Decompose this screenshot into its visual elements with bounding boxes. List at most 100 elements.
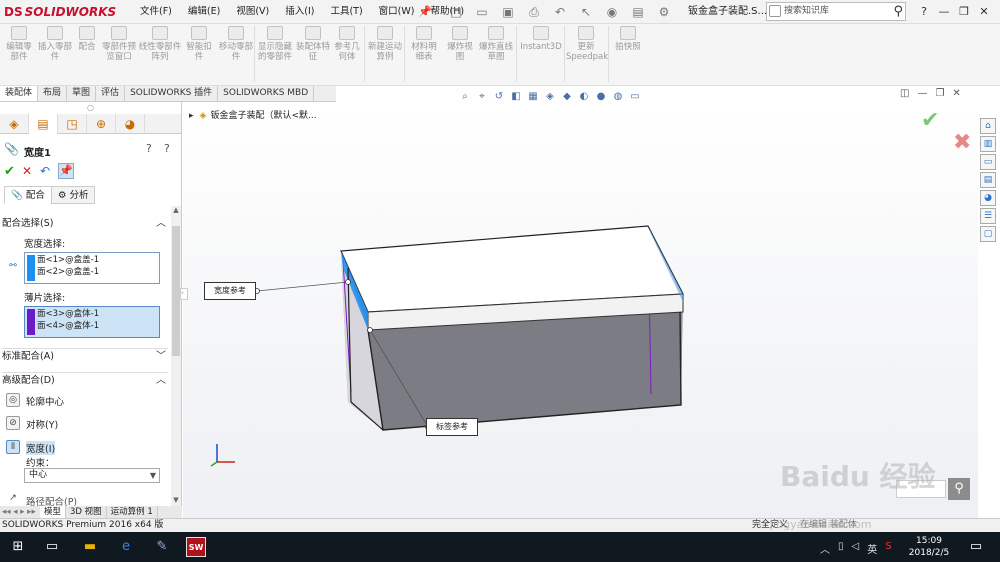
edit-component-button[interactable]: 编辑零部件	[4, 26, 34, 62]
ime-indicator[interactable]: 英	[867, 541, 877, 556]
tab-reference-callout[interactable]: 标签参考	[426, 418, 478, 436]
show-hidden-button[interactable]: 显示隐藏的零部件	[258, 26, 292, 62]
collapse-chevron-icon[interactable]: ︿	[156, 216, 166, 232]
advanced-mates-header[interactable]: 高级配合(D) ︿	[2, 372, 168, 388]
undo-icon[interactable]: ↶	[550, 5, 570, 19]
tab-assembly[interactable]: 装配体	[0, 86, 39, 101]
expand-chevron-icon[interactable]: ﹀	[156, 349, 166, 365]
appearances-icon[interactable]: ◕	[980, 190, 996, 206]
file-properties-icon[interactable]: ▤	[628, 5, 648, 19]
notifications-icon[interactable]: ▭	[966, 537, 986, 557]
tile-icon[interactable]: ◫	[900, 88, 909, 99]
select-icon[interactable]: ↖	[576, 5, 596, 19]
search-icon[interactable]: ⚲	[893, 3, 903, 20]
menu-view[interactable]: 视图(V)	[228, 0, 277, 24]
update-speedpak-button[interactable]: 更新Speedpak	[566, 26, 608, 62]
assembly-feature-button[interactable]: 装配体特征	[296, 26, 330, 62]
width-selection-list[interactable]: 面<1>@盒盖-1 面<2>@盒盖-1	[24, 252, 160, 284]
take-snapshot-button[interactable]: 拍快照	[612, 26, 644, 52]
design-library-icon[interactable]: ▥	[980, 136, 996, 152]
bill-of-materials-button[interactable]: 材料明细表	[408, 26, 440, 62]
ime-s-icon[interactable]: S	[885, 541, 891, 556]
cancel-x-icon[interactable]: ✕	[22, 164, 36, 178]
volume-icon[interactable]: ◁	[852, 541, 860, 556]
tab-3d-view[interactable]: 3D 视图	[66, 506, 107, 518]
tab-addins[interactable]: SOLIDWORKS 插件	[125, 86, 219, 101]
tab-sketch[interactable]: 草图	[67, 86, 97, 101]
tab-layout[interactable]: 布局	[38, 86, 68, 101]
tab-mbd[interactable]: SOLIDWORKS MBD	[218, 86, 315, 101]
help-info-icon[interactable]: ?	[164, 142, 170, 155]
constraint-dropdown[interactable]: 中心 ▼	[24, 468, 160, 483]
new-document-icon[interactable]: □	[446, 5, 466, 19]
task-view-icon[interactable]: ▭	[42, 537, 62, 557]
scroll-up-icon[interactable]: ▲	[171, 206, 181, 216]
help-question-icon[interactable]: ?	[146, 142, 152, 155]
width-mate-label[interactable]: 宽度(I)	[26, 441, 56, 455]
collapse-chevron-icon[interactable]: ︿	[156, 373, 166, 389]
tab-nav-arrows-icon[interactable]: ◂◂ ◂ ▸ ▸▸	[0, 506, 40, 518]
width-reference-callout[interactable]: 宽度参考	[204, 282, 256, 300]
tab-model[interactable]: 模型	[40, 506, 67, 518]
pin-menu-icon[interactable]: 📌	[418, 5, 432, 18]
restore-icon[interactable]: ❐	[954, 0, 974, 24]
forum-icon[interactable]: ▢	[980, 226, 996, 242]
configuration-manager-tab-icon[interactable]: ◳	[58, 114, 87, 134]
knowledge-search-box[interactable]: 搜索知识库 ⚲	[766, 2, 906, 21]
panel-scrollbar[interactable]: ▲ ▼	[171, 206, 181, 506]
menu-window[interactable]: 窗口(W)	[371, 0, 423, 24]
taskbar-clock[interactable]: 15:09 2018/2/5	[906, 535, 952, 559]
dimxpert-manager-tab-icon[interactable]: ⊕	[87, 114, 116, 134]
exploded-view-button[interactable]: 爆炸视图	[444, 26, 476, 62]
doc-minimize-icon[interactable]: —	[917, 88, 927, 99]
move-component-button[interactable]: 移动零部件	[218, 26, 254, 62]
instant3d-button[interactable]: Instant3D	[520, 26, 562, 52]
tray-arrow-icon[interactable]: ︿	[820, 541, 830, 556]
solidworks-taskbar-icon[interactable]: SW	[186, 537, 206, 557]
ok-checkmark-icon[interactable]: ✔	[4, 164, 18, 179]
network-icon[interactable]: ▯	[838, 541, 844, 556]
file-explorer-icon[interactable]: ▭	[980, 154, 996, 170]
tab-evaluate[interactable]: 评估	[96, 86, 126, 101]
menu-edit[interactable]: 编辑(E)	[180, 0, 228, 24]
property-manager-tab-icon[interactable]: ▤	[29, 114, 58, 134]
search-scope-icon[interactable]	[769, 5, 781, 17]
save-icon[interactable]: ▣	[498, 5, 518, 19]
explode-line-sketch-button[interactable]: 爆炸直线草图	[478, 26, 514, 62]
home-icon[interactable]: ⌂	[980, 118, 996, 134]
list-item[interactable]: 面<1>@盒盖-1	[37, 255, 99, 266]
open-folder-icon[interactable]: ▭	[472, 5, 492, 19]
list-item[interactable]: 面<4>@盒体-1	[37, 321, 99, 332]
symmetric-label[interactable]: 对称(Y)	[26, 417, 58, 431]
insert-component-button[interactable]: 插入零部件	[38, 26, 72, 62]
list-item[interactable]: 面<3>@盒体-1	[37, 309, 99, 320]
profile-center-icon[interactable]: ◎	[6, 393, 20, 407]
tab-analysis[interactable]: ⚙ 分析	[50, 186, 96, 204]
profile-center-label[interactable]: 轮廓中心	[26, 394, 64, 408]
windows-start-icon[interactable]: ⊞	[8, 537, 28, 557]
keep-visible-pin-icon[interactable]: 📌	[58, 163, 74, 179]
reference-geometry-button[interactable]: 参考几何体	[332, 26, 362, 62]
tab-mates[interactable]: 📎 配合	[4, 186, 52, 204]
help-icon[interactable]: ?	[914, 0, 934, 24]
custom-properties-icon[interactable]: ☰	[980, 208, 996, 224]
feature-manager-tab-icon[interactable]: ◈	[0, 114, 29, 134]
menu-tools[interactable]: 工具(T)	[322, 0, 370, 24]
panel-resize-handle[interactable]: ○	[0, 102, 181, 114]
close-icon[interactable]: ✕	[974, 0, 994, 24]
undo-arrow-icon[interactable]: ↶	[40, 164, 54, 178]
scrollbar-thumb[interactable]	[172, 226, 180, 356]
paint-app-icon[interactable]: ✎	[152, 537, 172, 557]
path-mate-icon[interactable]: ↗	[6, 492, 20, 506]
component-preview-button[interactable]: 零部件预览窗口	[102, 26, 136, 62]
view-palette-icon[interactable]: ▤	[980, 172, 996, 188]
display-manager-tab-icon[interactable]: ◕	[116, 114, 145, 134]
thin-selection-list[interactable]: 面<3>@盒体-1 面<4>@盒体-1	[24, 306, 160, 338]
tab-motion-study[interactable]: 运动算例 1	[107, 506, 158, 518]
magnifier-icon[interactable]: ⚲	[948, 478, 970, 500]
smart-fasteners-button[interactable]: 智能扣件	[184, 26, 214, 62]
list-item[interactable]: 面<2>@盒盖-1	[37, 267, 99, 278]
menu-file[interactable]: 文件(F)	[132, 0, 180, 24]
menu-insert[interactable]: 插入(I)	[277, 0, 322, 24]
standard-mates-header[interactable]: 标准配合(A) ﹀	[2, 348, 168, 364]
